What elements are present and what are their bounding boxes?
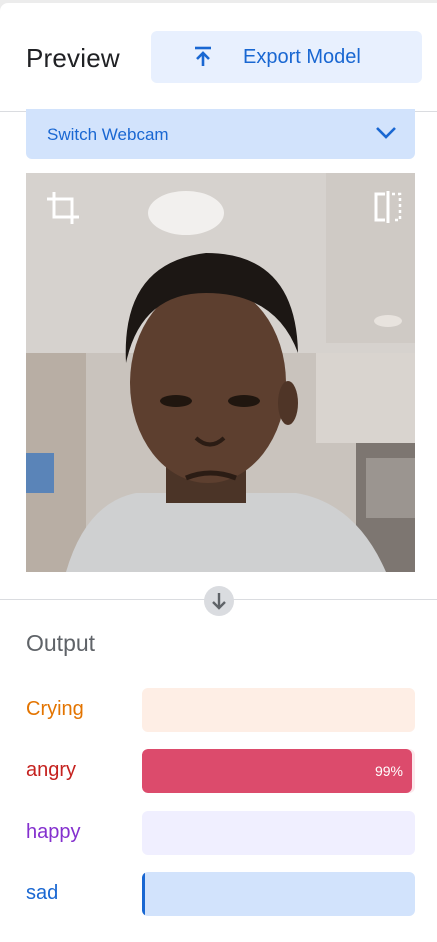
upload-icon (195, 46, 211, 66)
export-model-label: Export Model (243, 46, 361, 68)
chevron-down-icon (376, 127, 396, 139)
arrow-down-icon (212, 593, 226, 610)
output-row: happy (0, 811, 437, 855)
confidence-bar: 99% (142, 749, 415, 793)
flip-icon[interactable] (373, 191, 403, 223)
input-source-select[interactable]: Switch Webcam (26, 109, 415, 159)
class-label: angry (26, 759, 77, 781)
preview-header: Preview Export Model (0, 3, 437, 111)
webcam-preview (26, 173, 415, 572)
arrow-down-button[interactable] (204, 586, 234, 616)
confidence-bar (142, 811, 415, 855)
confidence-percent: 99% (374, 763, 403, 779)
confidence-fill (142, 749, 413, 793)
class-label: happy (26, 821, 81, 843)
webcam-image (26, 173, 415, 572)
input-source-value: Switch Webcam (47, 125, 169, 144)
output-row: angry 99% (0, 749, 437, 793)
class-label: sad (26, 882, 59, 904)
export-model-button[interactable]: Export Model (151, 31, 422, 83)
preview-title: Preview (26, 43, 120, 73)
output-row: sad (0, 872, 437, 916)
class-label: Crying (26, 698, 84, 720)
confidence-bar (142, 688, 415, 732)
output-title: Output (26, 630, 96, 656)
confidence-bar (142, 872, 415, 916)
crop-icon[interactable] (46, 191, 80, 225)
output-row: Crying (0, 688, 437, 732)
confidence-fill (142, 872, 145, 916)
